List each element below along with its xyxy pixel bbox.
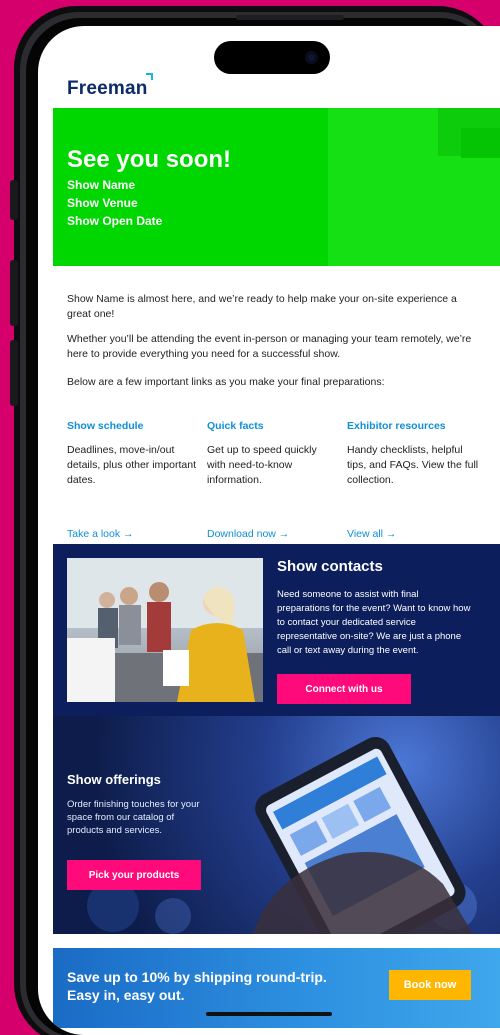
link-column-description: Deadlines, move-in/out details, plus oth… bbox=[67, 444, 196, 486]
link-column-description: Get up to speed quickly with need-to-kno… bbox=[207, 444, 317, 486]
shipping-banner: Save up to 10% by shipping round-trip. E… bbox=[53, 948, 500, 1028]
logo-corner-mark-icon bbox=[146, 73, 153, 80]
event-photo-illustration bbox=[67, 558, 263, 702]
link-column-quick-facts: Quick facts Get up to speed quickly with… bbox=[207, 420, 337, 540]
show-contacts-section: Show contacts Need someone to assist wit… bbox=[53, 544, 500, 716]
hero-show-name: Show Name bbox=[67, 178, 136, 192]
pick-your-products-button[interactable]: Pick your products bbox=[67, 860, 201, 890]
link-column-exhibitor-resources: Exhibitor resources Handy checklists, he… bbox=[347, 420, 479, 540]
home-indicator[interactable] bbox=[206, 1012, 332, 1016]
link-column-title: Show schedule bbox=[67, 420, 144, 432]
shipping-banner-line-2: Easy in, easy out. bbox=[67, 987, 185, 1003]
book-now-button[interactable]: Book now bbox=[389, 970, 471, 1000]
view-all-link[interactable]: View all → bbox=[347, 528, 396, 540]
hero-show-open-date: Show Open Date bbox=[67, 214, 163, 228]
download-now-link[interactable]: Download now → bbox=[207, 528, 289, 540]
take-a-look-link[interactable]: Take a look → bbox=[67, 528, 134, 540]
volume-up-button bbox=[10, 260, 18, 326]
show-offerings-body: Order finishing touches for your space f… bbox=[67, 799, 200, 836]
camera-icon bbox=[305, 51, 318, 64]
freeman-logo[interactable]: Freeman bbox=[67, 78, 148, 100]
show-offerings-title: Show offerings bbox=[67, 772, 161, 787]
link-column-show-schedule: Show schedule Deadlines, move-in/out det… bbox=[67, 420, 197, 540]
speaker-grille bbox=[236, 15, 344, 20]
connect-with-us-button[interactable]: Connect with us bbox=[277, 674, 411, 704]
link-column-description: Handy checklists, helpful tips, and FAQs… bbox=[347, 444, 479, 486]
hero-decor-block-inner bbox=[461, 128, 500, 158]
dynamic-island bbox=[214, 41, 330, 74]
mute-switch bbox=[10, 180, 18, 220]
show-contacts-body: Need someone to assist with final prepar… bbox=[277, 589, 471, 656]
intro-paragraph-3: Below are a few important links as you m… bbox=[67, 376, 385, 388]
show-offerings-section: Show offerings Order finishing touches f… bbox=[53, 716, 500, 934]
intro-paragraph-1: Show Name is almost here, and we’re read… bbox=[67, 293, 457, 320]
link-column-title: Quick facts bbox=[207, 420, 264, 432]
link-column-title: Exhibitor resources bbox=[347, 420, 446, 432]
event-staff-photo bbox=[67, 558, 263, 702]
volume-down-button bbox=[10, 340, 18, 406]
phone-screen: Freeman See you soon! Show Name Show Ven… bbox=[38, 26, 500, 1035]
show-contacts-title: Show contacts bbox=[277, 558, 383, 575]
shipping-banner-text: Save up to 10% by shipping round-trip. E… bbox=[67, 968, 327, 1004]
intro-paragraph-2: Whether you’ll be attending the event in… bbox=[67, 333, 472, 360]
shipping-banner-line-1: Save up to 10% by shipping round-trip. bbox=[67, 969, 327, 985]
hero-show-venue: Show Venue bbox=[67, 196, 138, 210]
hero-banner: See you soon! Show Name Show Venue Show … bbox=[53, 108, 500, 266]
hero-title: See you soon! bbox=[67, 146, 232, 173]
